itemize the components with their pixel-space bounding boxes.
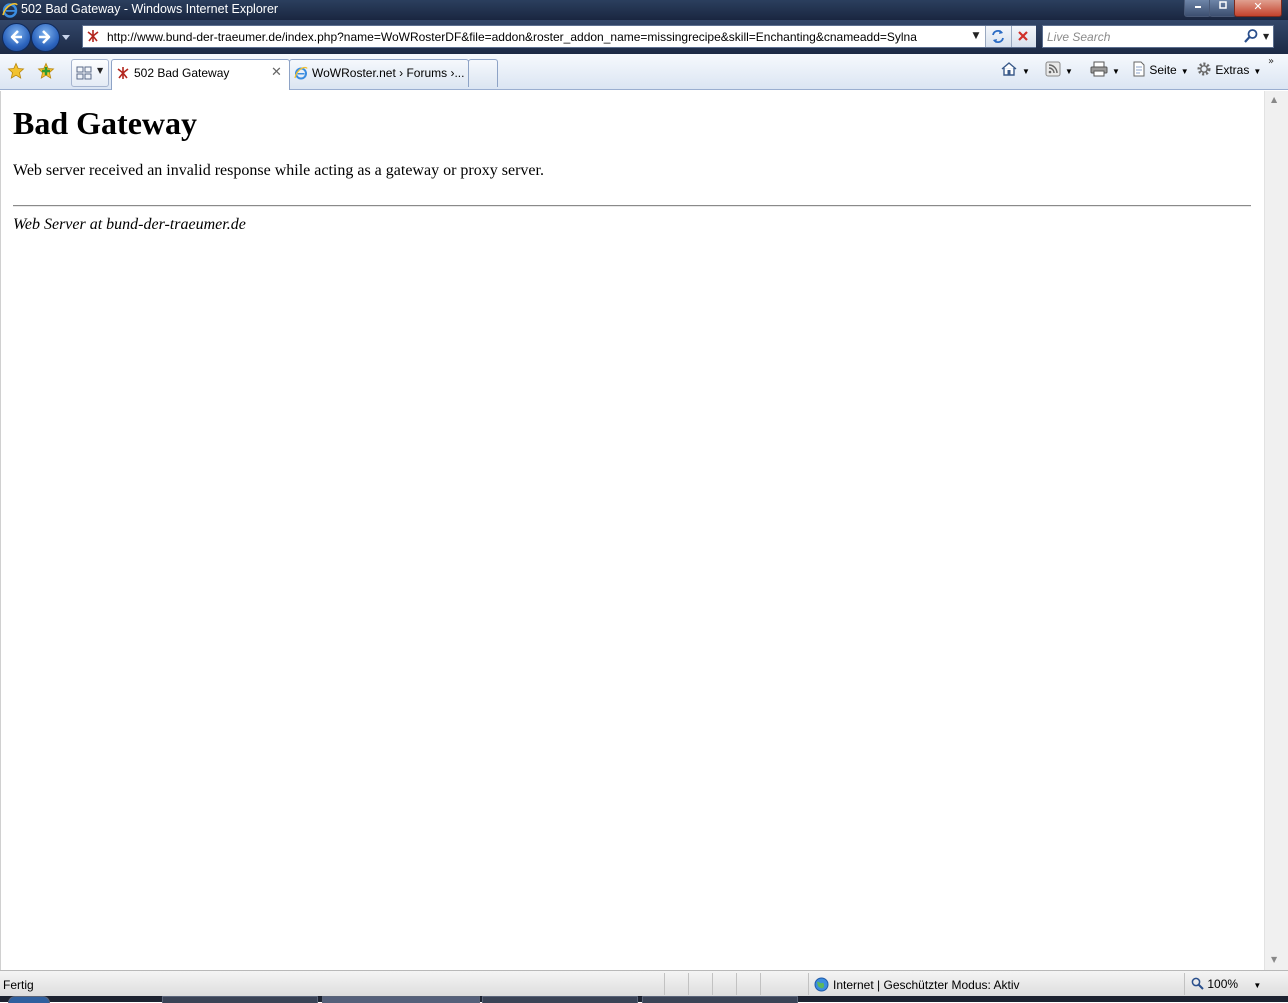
ie-page-icon xyxy=(294,66,308,80)
refresh-icon xyxy=(992,30,1004,43)
tab-list-dropdown-icon[interactable]: ▼ xyxy=(97,66,103,75)
recent-pages-dropdown-icon[interactable] xyxy=(61,32,71,42)
site-favicon-icon xyxy=(87,30,99,42)
printer-icon xyxy=(1090,61,1108,77)
maximize-button[interactable] xyxy=(1209,0,1236,17)
tools-menu-button[interactable]: Extras ▼ xyxy=(1196,61,1261,77)
window-title: 502 Bad Gateway - Windows Internet Explo… xyxy=(21,2,279,16)
add-favorites-icon[interactable] xyxy=(37,62,55,80)
home-icon xyxy=(1001,62,1017,76)
feeds-button[interactable]: ▼ xyxy=(1045,61,1073,77)
status-divider xyxy=(808,973,809,995)
restore-icon xyxy=(1218,1,1227,9)
scroll-up-icon[interactable]: ▲ xyxy=(1271,95,1277,104)
stop-icon xyxy=(1018,31,1028,41)
forward-button[interactable] xyxy=(31,23,60,52)
page-menu-button[interactable]: Seite ▼ xyxy=(1132,61,1189,77)
server-signature: Web Server at bund-der-traeumer.de xyxy=(13,216,246,233)
page-icon xyxy=(1133,61,1145,77)
zoom-dropdown-icon[interactable]: ▼ xyxy=(1253,981,1261,990)
print-button[interactable]: ▼ xyxy=(1090,61,1120,77)
tab-wowroster-forums[interactable]: WoWRoster.net › Forums ›... xyxy=(289,59,469,87)
close-button[interactable]: ✕ xyxy=(1234,0,1282,17)
page-content: Bad Gateway Web server received an inval… xyxy=(0,91,1264,970)
rss-feed-icon xyxy=(1045,61,1061,77)
status-bar: Fertig Internet | Geschützter Modus: Akt… xyxy=(0,970,1288,996)
back-button[interactable] xyxy=(2,23,31,52)
vertical-scrollbar[interactable]: ▲ ▼ xyxy=(1264,91,1288,970)
globe-icon xyxy=(814,977,829,992)
address-text[interactable]: http://www.bund-der-traeumer.de/index.ph… xyxy=(107,30,917,44)
arrow-left-icon xyxy=(10,30,22,44)
favorites-star-icon[interactable] xyxy=(7,62,25,80)
home-dropdown-icon[interactable]: ▼ xyxy=(1022,67,1030,76)
quick-tabs-icon xyxy=(76,66,92,80)
search-box[interactable]: Live Search ▼ xyxy=(1042,25,1274,48)
status-divider xyxy=(712,973,713,995)
address-bar[interactable]: http://www.bund-der-traeumer.de/index.ph… xyxy=(82,25,1036,48)
minimize-icon xyxy=(1194,6,1201,8)
close-icon: ✕ xyxy=(1253,0,1263,13)
refresh-button[interactable] xyxy=(985,26,1012,47)
title-bar: 502 Bad Gateway - Windows Internet Explo… xyxy=(0,0,1288,20)
quick-tabs-button[interactable]: ▼ xyxy=(71,59,109,87)
arrow-right-icon xyxy=(39,30,51,44)
home-button[interactable]: ▼ xyxy=(1000,61,1030,77)
search-dropdown-icon[interactable]: ▼ xyxy=(1263,26,1273,47)
minimize-button[interactable] xyxy=(1184,0,1211,17)
page-title: Bad Gateway xyxy=(13,105,197,141)
zoom-level: 100% xyxy=(1207,977,1239,991)
close-tab-icon[interactable]: ✕ xyxy=(271,64,282,80)
tab-label: WoWRoster.net › Forums ›... xyxy=(312,66,465,80)
page-dropdown-icon: ▼ xyxy=(1180,67,1189,76)
address-dropdown-icon[interactable]: ▼ xyxy=(967,26,985,47)
tab-bar: ▼ 502 Bad Gateway ✕ WoWRoster.net › Foru… xyxy=(0,54,1288,90)
status-divider xyxy=(688,973,689,995)
stop-button[interactable] xyxy=(1011,26,1036,47)
ie-logo-icon xyxy=(2,2,18,18)
print-dropdown-icon[interactable]: ▼ xyxy=(1112,67,1120,76)
chevron-more-icon[interactable]: » xyxy=(1268,56,1274,67)
tab-label: 502 Bad Gateway xyxy=(134,66,230,80)
feeds-dropdown-icon[interactable]: ▼ xyxy=(1065,67,1073,76)
tools-menu-label: Extras xyxy=(1215,63,1250,77)
status-text: Fertig xyxy=(3,978,34,992)
gear-icon xyxy=(1197,62,1211,76)
tools-dropdown-icon: ▼ xyxy=(1253,67,1262,76)
page-menu-label: Seite xyxy=(1149,63,1177,77)
search-input[interactable]: Live Search xyxy=(1047,30,1110,44)
error-message: Web server received an invalid response … xyxy=(13,162,544,179)
status-divider xyxy=(664,973,665,995)
taskbar xyxy=(0,996,1288,1003)
status-divider xyxy=(1184,973,1185,995)
status-divider xyxy=(760,973,761,995)
divider xyxy=(13,205,1251,207)
tab-bad-gateway[interactable]: 502 Bad Gateway ✕ xyxy=(111,59,290,90)
security-zone[interactable]: Internet | Geschützter Modus: Aktiv xyxy=(814,977,1020,992)
search-icon[interactable] xyxy=(1243,28,1259,44)
site-favicon-icon xyxy=(117,67,129,79)
zoom-icon xyxy=(1191,977,1204,990)
status-divider xyxy=(736,973,737,995)
new-tab-button[interactable] xyxy=(468,59,498,87)
zoom-control[interactable]: 100% ▼ xyxy=(1191,977,1261,991)
security-zone-label: Internet | Geschützter Modus: Aktiv xyxy=(833,978,1020,992)
scroll-down-icon[interactable]: ▼ xyxy=(1271,955,1277,964)
